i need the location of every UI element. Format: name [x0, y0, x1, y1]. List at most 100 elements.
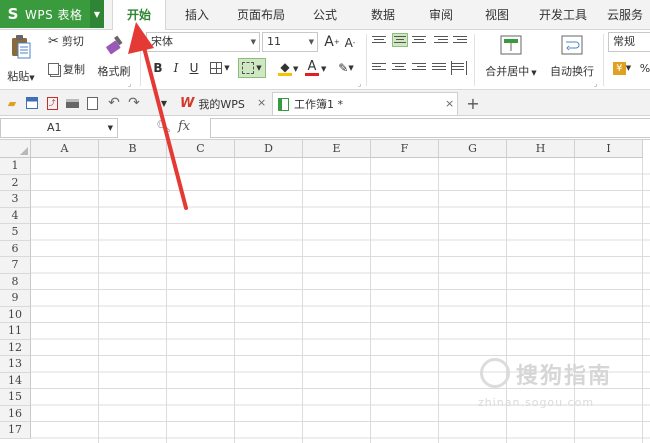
app-menu-button[interactable]: S WPS 表格 ▼	[0, 0, 104, 28]
column-header[interactable]: E	[303, 140, 371, 158]
row-header[interactable]: 5	[0, 224, 31, 241]
merge-center-label: 合并居中	[485, 65, 530, 78]
row-header[interactable]: 13	[0, 356, 31, 373]
row-header[interactable]: 10	[0, 306, 31, 323]
tab-menu-5[interactable]: 审阅	[416, 0, 466, 30]
close-icon[interactable]: ×	[445, 97, 454, 110]
row-header[interactable]: 6	[0, 240, 31, 257]
column-header[interactable]: F	[371, 140, 439, 158]
app-dropdown-arrow-icon[interactable]: ▼	[90, 0, 104, 28]
print-preview-icon[interactable]	[84, 95, 100, 111]
align-center-icon[interactable]	[392, 61, 408, 75]
zoom-search-icon[interactable]: 🔍︎	[156, 119, 171, 133]
row-header[interactable]: 11	[0, 323, 31, 340]
print-icon[interactable]	[64, 95, 80, 111]
open-folder-icon[interactable]: ▰	[4, 95, 20, 111]
cut-button[interactable]: ✂ 剪切	[48, 32, 84, 50]
column-header[interactable]: G	[439, 140, 507, 158]
row-header[interactable]: 12	[0, 339, 31, 356]
export-pdf-icon[interactable]: ⤴	[44, 95, 60, 111]
row-header[interactable]: 16	[0, 405, 31, 422]
column-header[interactable]: A	[31, 140, 99, 158]
wrap-text-button[interactable]: 自动换行	[546, 32, 598, 82]
column-header[interactable]: D	[235, 140, 303, 158]
row-header[interactable]: 17	[0, 422, 31, 439]
fx-icon[interactable]: fx	[178, 119, 190, 134]
cell-style-button[interactable]: ▼	[238, 58, 266, 78]
tab-menu-6[interactable]: 视图	[472, 0, 522, 30]
border-button[interactable]: ▼	[206, 59, 234, 77]
tab-menu-1[interactable]: 插入	[172, 0, 222, 30]
merge-center-button[interactable]: 合并居中 ▼	[482, 32, 540, 82]
row-header[interactable]: 9	[0, 290, 31, 307]
tab-menu-7[interactable]: 开发工具	[528, 0, 598, 30]
column-header[interactable]: B	[99, 140, 167, 158]
distribute-icon[interactable]	[451, 61, 467, 75]
font-size-select[interactable]: 11 ▼	[262, 32, 318, 52]
italic-button[interactable]: I	[168, 59, 184, 77]
tab-workbook1[interactable]: 工作簿1 * ×	[272, 92, 458, 115]
close-icon[interactable]: ×	[257, 96, 266, 109]
number-format-value: 常规	[613, 35, 635, 48]
indent-increase-icon[interactable]	[453, 34, 469, 48]
row-header[interactable]: 14	[0, 372, 31, 389]
font-name-select[interactable]: 宋体 ▼	[146, 32, 260, 52]
alignment-group-expand-icon[interactable]: ⌟	[594, 80, 597, 88]
chevron-down-icon[interactable]: ▼	[293, 65, 298, 73]
underline-button[interactable]: U	[186, 59, 202, 77]
grow-font-button[interactable]: A +	[323, 33, 341, 51]
save-icon[interactable]	[24, 95, 40, 111]
paste-dropdown-icon[interactable]: ▼	[29, 74, 34, 82]
clipboard-group-expand-icon[interactable]: ⌟	[128, 80, 131, 88]
row-header[interactable]: 1	[0, 158, 31, 175]
format-painter-button[interactable]: 格式刷	[96, 32, 132, 82]
redo-icon[interactable]: ↷	[126, 95, 142, 111]
shrink-font-icon: A	[344, 36, 353, 50]
font-group-expand-icon[interactable]: ⌟	[358, 80, 361, 88]
paste-button[interactable]: 粘贴▼	[6, 34, 36, 84]
number-format-select[interactable]: 常规	[608, 32, 650, 52]
tab-menu-3[interactable]: 公式	[302, 0, 348, 30]
tab-menu-2[interactable]: 页面布局	[226, 0, 296, 30]
row-header[interactable]: 8	[0, 273, 31, 290]
undo-icon[interactable]: ↶	[106, 95, 122, 111]
row-header[interactable]: 15	[0, 389, 31, 406]
separator	[603, 34, 604, 86]
row-header[interactable]: 4	[0, 207, 31, 224]
column-header[interactable]: I	[575, 140, 643, 158]
bold-button[interactable]: B	[150, 59, 166, 77]
justify-icon[interactable]	[432, 61, 448, 75]
row-header[interactable]: 2	[0, 174, 31, 191]
align-left-icon[interactable]	[372, 61, 388, 75]
new-tab-button[interactable]: +	[465, 94, 481, 113]
name-box[interactable]: A1 ▼	[0, 118, 118, 138]
copy-button[interactable]: 复制	[48, 60, 85, 78]
indent-decrease-icon[interactable]	[434, 34, 450, 48]
customize-toolbar-icon[interactable]: ▼	[156, 95, 172, 111]
tab-menu-8[interactable]: 云服务	[600, 0, 650, 30]
tab-menu-4[interactable]: 数据	[358, 0, 408, 30]
column-header[interactable]: C	[167, 140, 235, 158]
chevron-down-icon[interactable]: ▼	[321, 65, 326, 73]
format-painter-label: 格式刷	[97, 65, 131, 78]
row-header[interactable]: 3	[0, 191, 31, 208]
cut-label: 剪切	[61, 35, 84, 48]
percent-button[interactable]: %	[638, 59, 650, 77]
currency-button[interactable]: ¥ ▼	[610, 59, 634, 77]
align-middle-icon[interactable]	[392, 33, 408, 47]
align-bottom-icon[interactable]	[412, 34, 428, 48]
align-top-icon[interactable]	[372, 34, 388, 48]
formula-input[interactable]	[210, 118, 650, 138]
select-all-button[interactable]	[0, 140, 31, 158]
tab-menu-0[interactable]: 开始	[112, 0, 166, 31]
watermark: 搜狗指南 zhinan.sogou.com	[478, 352, 646, 432]
font-color-button[interactable]: A	[302, 58, 322, 78]
shrink-font-button[interactable]: A-	[342, 35, 358, 51]
align-right-icon[interactable]	[412, 61, 428, 75]
clear-format-button[interactable]: ✎ ▼	[334, 58, 358, 78]
tab-my-wps[interactable]: W 我的WPS ×	[176, 92, 270, 115]
chevron-down-icon[interactable]: ▼	[108, 119, 113, 137]
merge-center-dropdown-icon[interactable]: ▼	[531, 69, 536, 77]
column-header[interactable]: H	[507, 140, 575, 158]
row-header[interactable]: 7	[0, 257, 31, 274]
